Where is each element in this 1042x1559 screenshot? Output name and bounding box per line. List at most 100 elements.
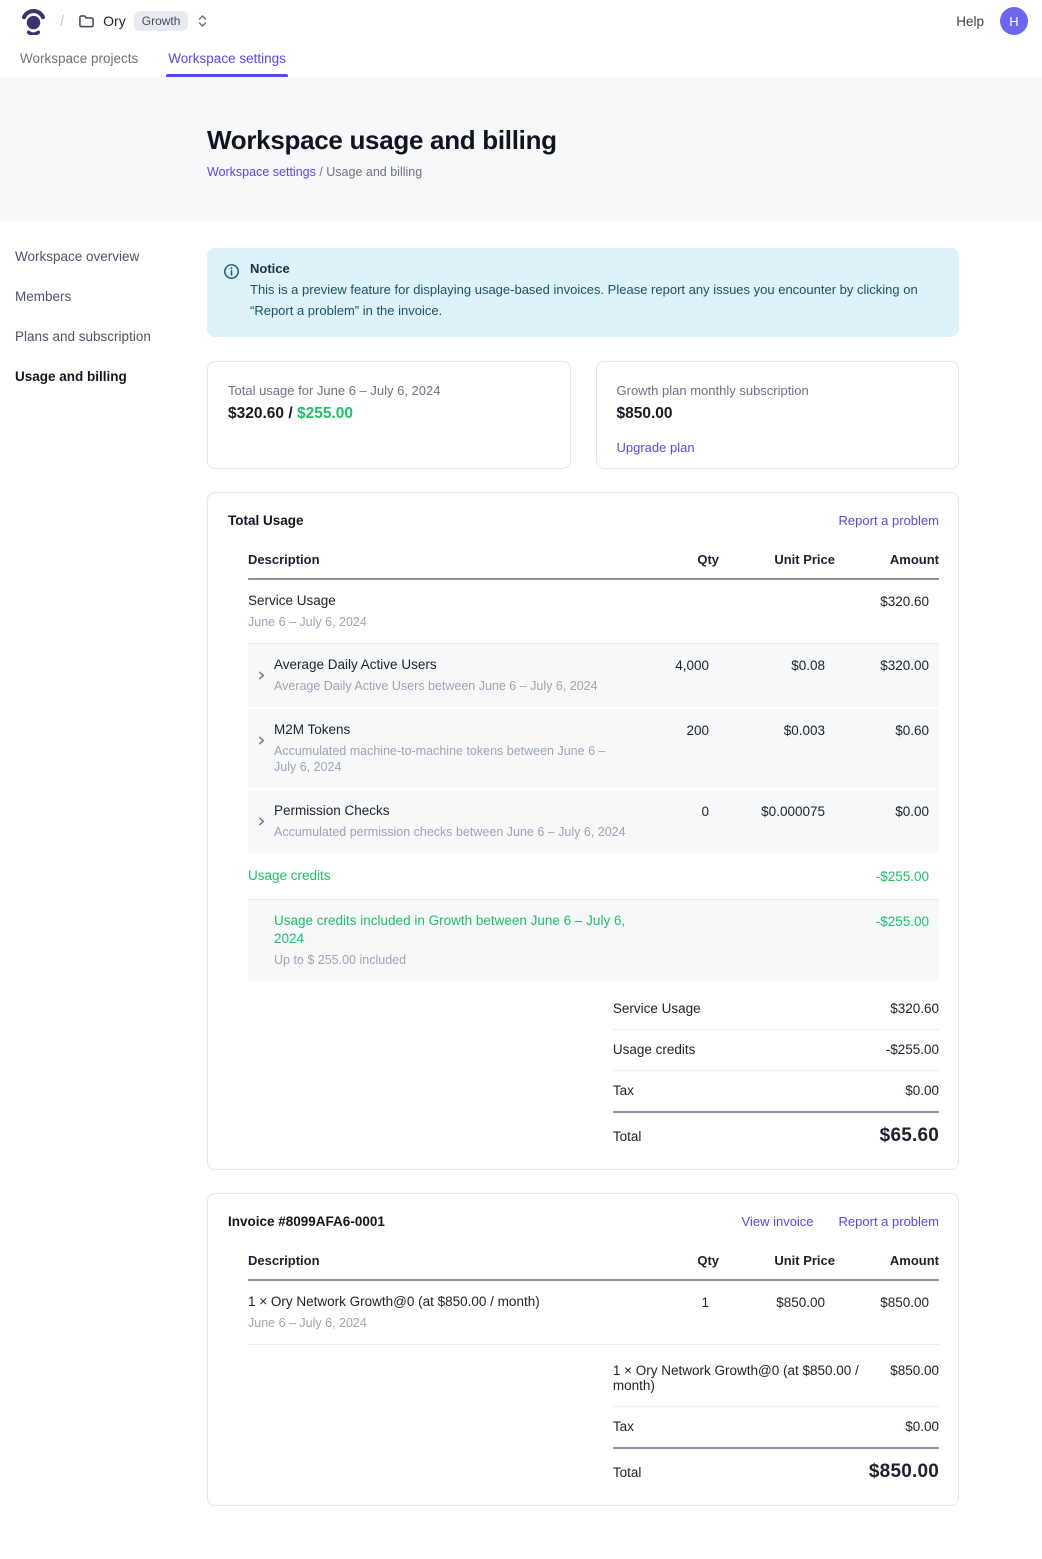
row-amount: $0.60 [833,721,929,740]
row-amount: $0.00 [833,802,929,821]
row-title: Usage credits [248,867,331,885]
totals-row-tax: Tax $0.00 [613,1407,939,1449]
row-unit-price: $0.000075 [717,802,825,821]
invoice-title: Invoice #8099AFA6-0001 [228,1214,385,1229]
usage-amount: $320.60 [228,405,284,422]
totals-amount: $0.00 [905,1419,939,1434]
breadcrumb-separator: / [60,13,64,30]
breadcrumb-current: / Usage and billing [316,165,422,179]
total-usage-panel: Total Usage Report a problem Description… [207,492,959,1170]
col-amount: Amount [843,552,939,567]
settings-sidebar: Workspace overview Members Plans and sub… [0,221,207,1559]
avatar[interactable]: H [1000,7,1028,35]
row-qty: 0 [637,802,709,821]
totals-amount: $850.00 [890,1363,939,1378]
subscription-value: $850.00 [617,405,939,423]
report-problem-link[interactable]: Report a problem [839,513,939,528]
notice-banner: Notice This is a preview feature for dis… [207,248,959,337]
subscription-card: Growth plan monthly subscription $850.00… [596,361,960,469]
totals-row-line-item: 1 × Ory Network Growth@0 (at $850.00 / m… [613,1351,939,1407]
invoice-panel: Invoice #8099AFA6-0001 View invoice Repo… [207,1193,959,1506]
row-unit-price [717,592,825,593]
total-usage-card: Total usage for June 6 – July 6, 2024 $3… [207,361,571,469]
grand-total-amount: $65.60 [880,1125,939,1147]
totals-amount: -$255.00 [886,1042,939,1057]
chevron-right-icon[interactable] [248,802,274,840]
help-link[interactable]: Help [956,14,984,29]
row-qty: 1 [637,1293,709,1312]
totals-label: Service Usage [613,1001,713,1016]
table-row-usage-credits-detail: Usage credits included in Growth between… [248,900,939,983]
row-subtitle: Accumulated machine-to-machine tokens be… [274,743,629,775]
totals-row-total: Total $65.60 [613,1113,939,1151]
tab-workspace-projects[interactable]: Workspace projects [18,42,140,77]
chevron-updown-icon [196,14,209,28]
ory-logo-icon[interactable] [20,8,47,35]
chevron-right-icon[interactable] [248,721,274,775]
chevron-right-icon[interactable] [248,656,274,694]
workspace-tabs: Workspace projects Workspace settings [0,42,1042,77]
totals-row-total: Total $850.00 [613,1449,939,1487]
usage-separator: / [284,405,297,422]
row-qty: 4,000 [637,656,709,675]
view-invoice-link[interactable]: View invoice [742,1214,814,1229]
usage-table-header: Description Qty Unit Price Amount [248,542,939,580]
info-icon [223,261,240,322]
totals-label: Tax [613,1083,646,1098]
col-qty: Qty [647,1253,719,1268]
totals-row-usage-credits: Usage credits -$255.00 [613,1030,939,1071]
row-subtitle: June 6 – July 6, 2024 [248,1315,540,1331]
sidebar-item-workspace-overview[interactable]: Workspace overview [15,249,207,264]
report-problem-link[interactable]: Report a problem [839,1214,939,1229]
sidebar-item-plans-and-subscription[interactable]: Plans and subscription [15,329,207,344]
row-unit-price: $0.08 [717,656,825,675]
totals-row-tax: Tax $0.00 [613,1071,939,1113]
tab-workspace-settings[interactable]: Workspace settings [166,42,288,77]
subscription-label: Growth plan monthly subscription [617,383,939,398]
workspace-name: Ory [103,13,126,29]
row-amount: $320.60 [833,592,929,611]
grand-total-amount: $850.00 [869,1461,939,1483]
row-amount: -$255.00 [833,867,929,886]
topbar: / Ory Growth Help H [0,0,1042,42]
totals-label: Usage credits [613,1042,708,1057]
col-unit-price: Unit Price [727,1253,835,1268]
plan-badge: Growth [134,11,189,31]
breadcrumb: Workspace settings / Usage and billing [207,165,1042,179]
row-unit-price: $850.00 [717,1293,825,1312]
main-content: Notice This is a preview feature for dis… [207,221,1042,1559]
table-row-permission-checks: Permission Checks Accumulated permission… [248,790,939,855]
table-row-daily-active-users: Average Daily Active Users Average Daily… [248,644,939,709]
sidebar-item-usage-and-billing[interactable]: Usage and billing [15,369,207,384]
totals-amount: $0.00 [905,1083,939,1098]
sidebar-item-members[interactable]: Members [15,289,207,304]
folder-icon [78,13,95,30]
totals-label: 1 × Ory Network Growth@0 (at $850.00 / m… [613,1363,890,1393]
hero-band: Workspace usage and billing Workspace se… [0,77,1042,221]
upgrade-plan-link[interactable]: Upgrade plan [617,440,695,455]
row-unit-price: $0.003 [717,721,825,740]
breadcrumb-settings-link[interactable]: Workspace settings [207,165,316,179]
notice-body: This is a preview feature for displaying… [250,280,943,322]
table-row-usage-credits: Usage credits -$255.00 [248,855,939,900]
col-amount: Amount [843,1253,939,1268]
row-qty [637,912,709,913]
total-usage-label: Total usage for June 6 – July 6, 2024 [228,383,550,398]
row-title: Usage credits included in Growth between… [274,912,629,948]
col-description: Description [248,552,639,567]
row-qty [637,592,709,593]
notice-title: Notice [250,261,943,276]
table-row-m2m-tokens: M2M Tokens Accumulated machine-to-machin… [248,709,939,790]
workspace-switcher[interactable]: Ory Growth [78,11,209,31]
usage-credit-amount: $255.00 [297,405,353,422]
usage-totals: Service Usage $320.60 Usage credits -$25… [613,989,939,1151]
table-row-service-usage: Service Usage June 6 – July 6, 2024 $320… [248,580,939,644]
totals-label: Total [613,1129,654,1144]
totals-amount: $320.60 [890,1001,939,1016]
row-amount: $320.00 [833,656,929,675]
row-subtitle: Accumulated permission checks between Ju… [274,824,626,840]
row-qty [637,867,709,868]
invoice-row-growth-plan: 1 × Ory Network Growth@0 (at $850.00 / m… [248,1281,939,1345]
row-amount: $850.00 [833,1293,929,1312]
row-title: Service Usage [248,592,367,610]
